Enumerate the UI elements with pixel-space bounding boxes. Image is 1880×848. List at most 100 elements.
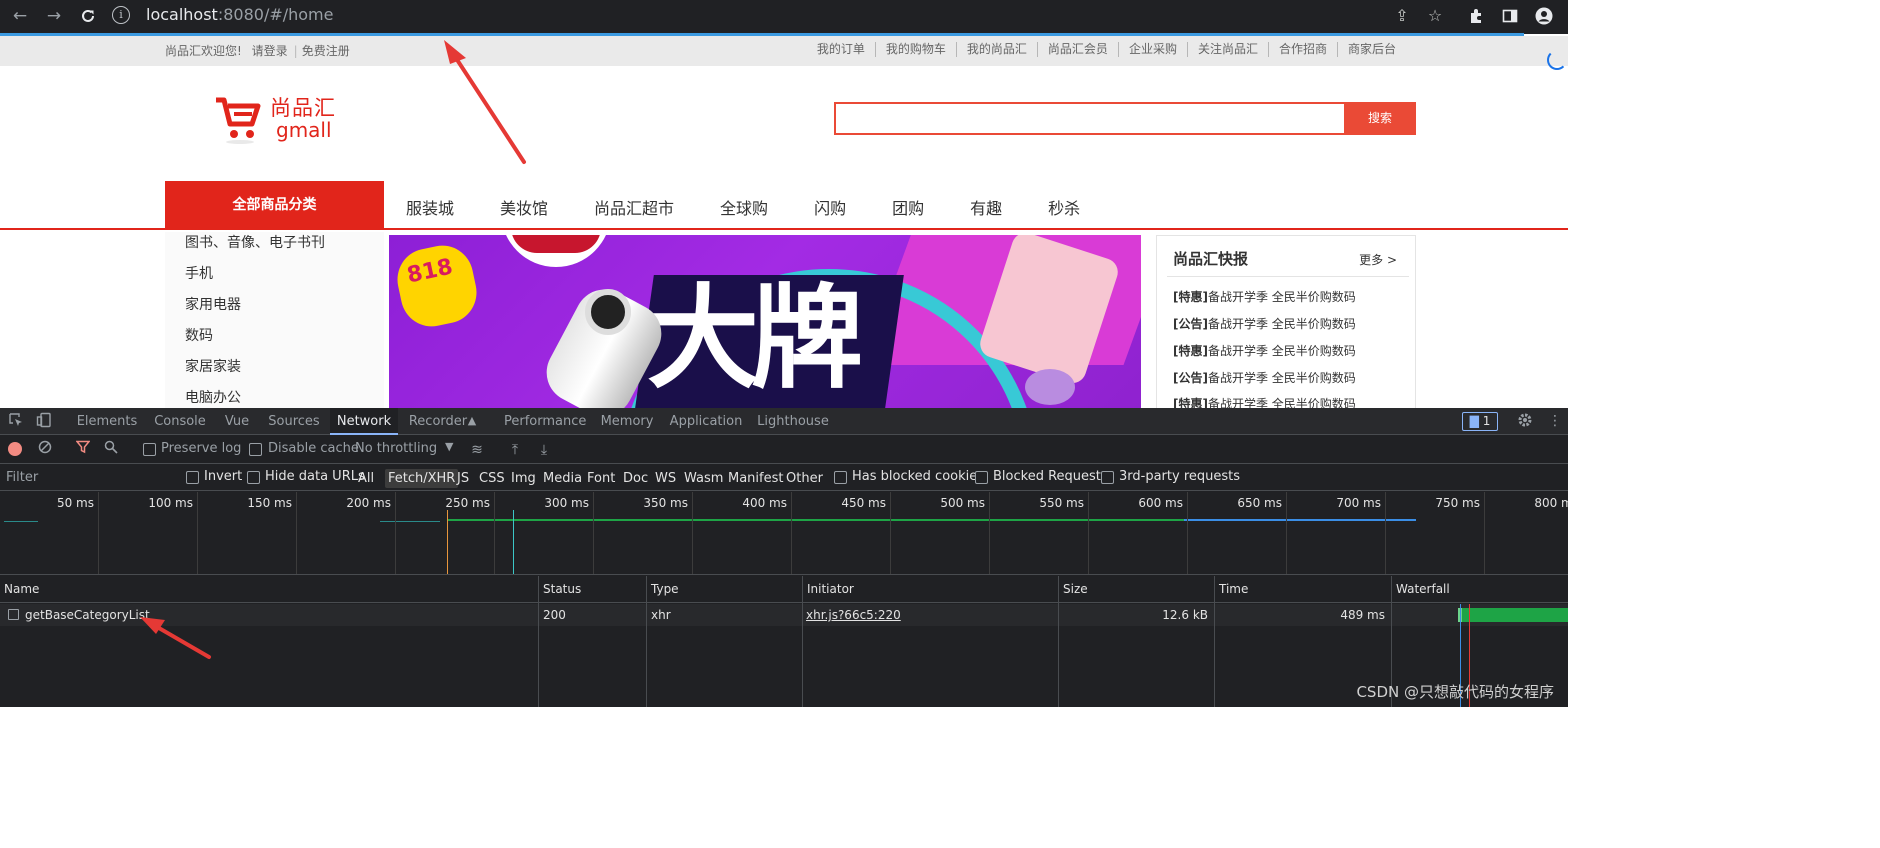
filter-funnel-icon[interactable] [73,440,93,460]
export-har-icon[interactable]: ⤓ [534,440,554,460]
blocked-cookies-checkbox[interactable] [834,471,847,484]
tab-elements[interactable]: Elements [72,408,142,435]
top-link-enterprise[interactable]: 企业采购 [1117,42,1187,57]
profile-avatar-icon[interactable] [1530,3,1558,29]
column-type[interactable]: Type [651,582,679,596]
column-waterfall[interactable]: Waterfall [1396,582,1450,596]
share-icon[interactable]: ⇪ [1388,3,1416,29]
site-info-icon[interactable]: i [112,6,130,24]
invert-checkbox[interactable] [186,471,199,484]
filter-type-other[interactable]: Other [783,469,826,488]
nav-item-group[interactable]: 团购 [892,195,924,219]
forward-icon[interactable]: → [40,3,68,29]
top-link-member[interactable]: 尚品汇会员 [1036,42,1118,57]
filter-type-ws[interactable]: WS [652,469,679,488]
disable-cache-checkbox[interactable] [249,443,262,456]
category-item-digital[interactable]: 数码 [185,325,213,345]
top-link-my-gmall[interactable]: 我的尚品汇 [955,42,1037,57]
category-item-books[interactable]: 图书、音像、电子书刊 [185,232,325,252]
request-initiator-link[interactable]: xhr.js?66c5:220 [806,608,901,622]
nav-item-clothing[interactable]: 服装城 [406,195,454,219]
site-logo[interactable]: 尚品汇 gmall [214,92,344,152]
tab-memory[interactable]: Memory [598,408,656,435]
nav-item-seckill[interactable]: 秒杀 [1048,195,1080,219]
login-link[interactable]: 请登录 [252,44,288,58]
dropdown-arrow-icon[interactable]: ▼ [445,440,453,453]
back-icon[interactable]: ← [6,3,34,29]
tab-sources[interactable]: Sources [264,408,324,435]
register-link[interactable]: 免费注册 [302,44,350,58]
nav-item-fun[interactable]: 有趣 [970,195,1002,219]
top-link-seller[interactable]: 商家后台 [1336,42,1406,57]
news-more-link[interactable]: 更多 > [1359,251,1397,268]
news-item[interactable]: [公告]备战开学季 全民半价购数码 [1173,369,1356,386]
throttling-select[interactable]: No throttling [355,441,437,456]
category-item-appliances[interactable]: 家用电器 [185,294,241,314]
filter-type-manifest[interactable]: Manifest [725,469,786,488]
address-bar[interactable]: i localhost:8080/#/home [112,2,1452,29]
search-icon[interactable] [101,440,121,460]
import-har-icon[interactable]: ⤒ [505,440,525,460]
news-item[interactable]: [公告]备战开学季 全民半价购数码 [1173,315,1356,332]
third-party-checkbox[interactable] [1101,471,1114,484]
column-time[interactable]: Time [1219,582,1248,596]
column-size[interactable]: Size [1063,582,1088,596]
filter-type-all[interactable]: All [355,469,377,488]
filter-type-fetch-xhr[interactable]: Fetch/XHR [385,469,459,488]
preserve-log-checkbox[interactable] [143,443,156,456]
filter-type-css[interactable]: CSS [476,469,508,488]
network-conditions-wifi-icon[interactable]: ≋ [467,440,487,460]
clear-icon[interactable] [35,440,55,460]
reload-icon[interactable] [74,3,102,29]
filter-type-doc[interactable]: Doc [620,469,651,488]
column-name[interactable]: Name [4,582,39,596]
inspect-element-icon[interactable] [6,412,26,430]
column-status[interactable]: Status [543,582,581,596]
bookmark-star-icon[interactable]: ☆ [1421,3,1449,29]
request-name[interactable]: getBaseCategoryList [25,608,150,622]
top-link-orders[interactable]: 我的订单 [807,42,875,57]
nav-item-beauty[interactable]: 美妆馆 [500,195,548,219]
record-button-icon[interactable] [8,442,22,456]
category-item-office[interactable]: 电脑办公 [185,387,241,407]
issues-badge[interactable]: ▇ 1 [1462,412,1498,431]
blocked-requests-checkbox[interactable] [975,471,988,484]
extensions-icon[interactable] [1462,3,1490,29]
more-options-icon[interactable]: ⋮ [1545,412,1565,430]
column-initiator[interactable]: Initiator [807,582,854,596]
news-item[interactable]: [特惠]备战开学季 全民半价购数码 [1173,288,1356,305]
filter-type-img[interactable]: Img [508,469,539,488]
tab-network[interactable]: Network [330,408,398,435]
search-input[interactable] [834,102,1346,135]
news-item[interactable]: [特惠]备战开学季 全民半价购数码 [1173,342,1356,359]
hide-data-urls-checkbox[interactable] [247,471,260,484]
side-panel-icon[interactable] [1496,3,1524,29]
filter-type-wasm[interactable]: Wasm [681,469,726,488]
top-link-follow[interactable]: 关注尚品汇 [1186,42,1268,57]
promo-banner[interactable]: 大牌 818 [389,235,1141,408]
filter-input[interactable]: Filter [0,466,174,490]
device-toolbar-icon[interactable] [34,412,54,430]
tab-application[interactable]: Application [668,408,744,435]
tab-vue[interactable]: Vue [218,408,256,435]
filter-type-js[interactable]: JS [454,469,472,488]
nav-item-global[interactable]: 全球购 [720,195,768,219]
network-overview-timeline[interactable]: 50 ms 100 ms 150 ms 200 ms 250 ms 300 ms 350 m… [0,492,1568,575]
top-link-cart[interactable]: 我的购物车 [874,42,956,57]
nav-item-supermarket[interactable]: 尚品汇超市 [594,195,674,219]
top-link-partner[interactable]: 合作招商 [1267,42,1337,57]
search-button[interactable]: 搜索 [1344,102,1416,135]
filter-type-font[interactable]: Font [584,469,618,488]
table-row[interactable]: getBaseCategoryList 200 xhr xhr.js?66c5:… [0,604,1568,626]
tab-lighthouse[interactable]: Lighthouse [756,408,830,435]
news-item[interactable]: [特惠]备战开学季 全民半价购数码 [1173,395,1356,408]
tab-console[interactable]: Console [148,408,212,435]
tab-performance[interactable]: Performance [504,408,586,435]
settings-gear-icon[interactable] [1515,412,1535,430]
category-item-home[interactable]: 家居家装 [185,356,241,376]
category-item-phones[interactable]: 手机 [185,263,213,283]
nav-item-flash[interactable]: 闪购 [814,195,846,219]
tab-recorder[interactable]: Recorder [406,408,470,435]
all-categories-button[interactable]: 全部商品分类 [165,181,384,229]
filter-type-media[interactable]: Media [540,469,585,488]
